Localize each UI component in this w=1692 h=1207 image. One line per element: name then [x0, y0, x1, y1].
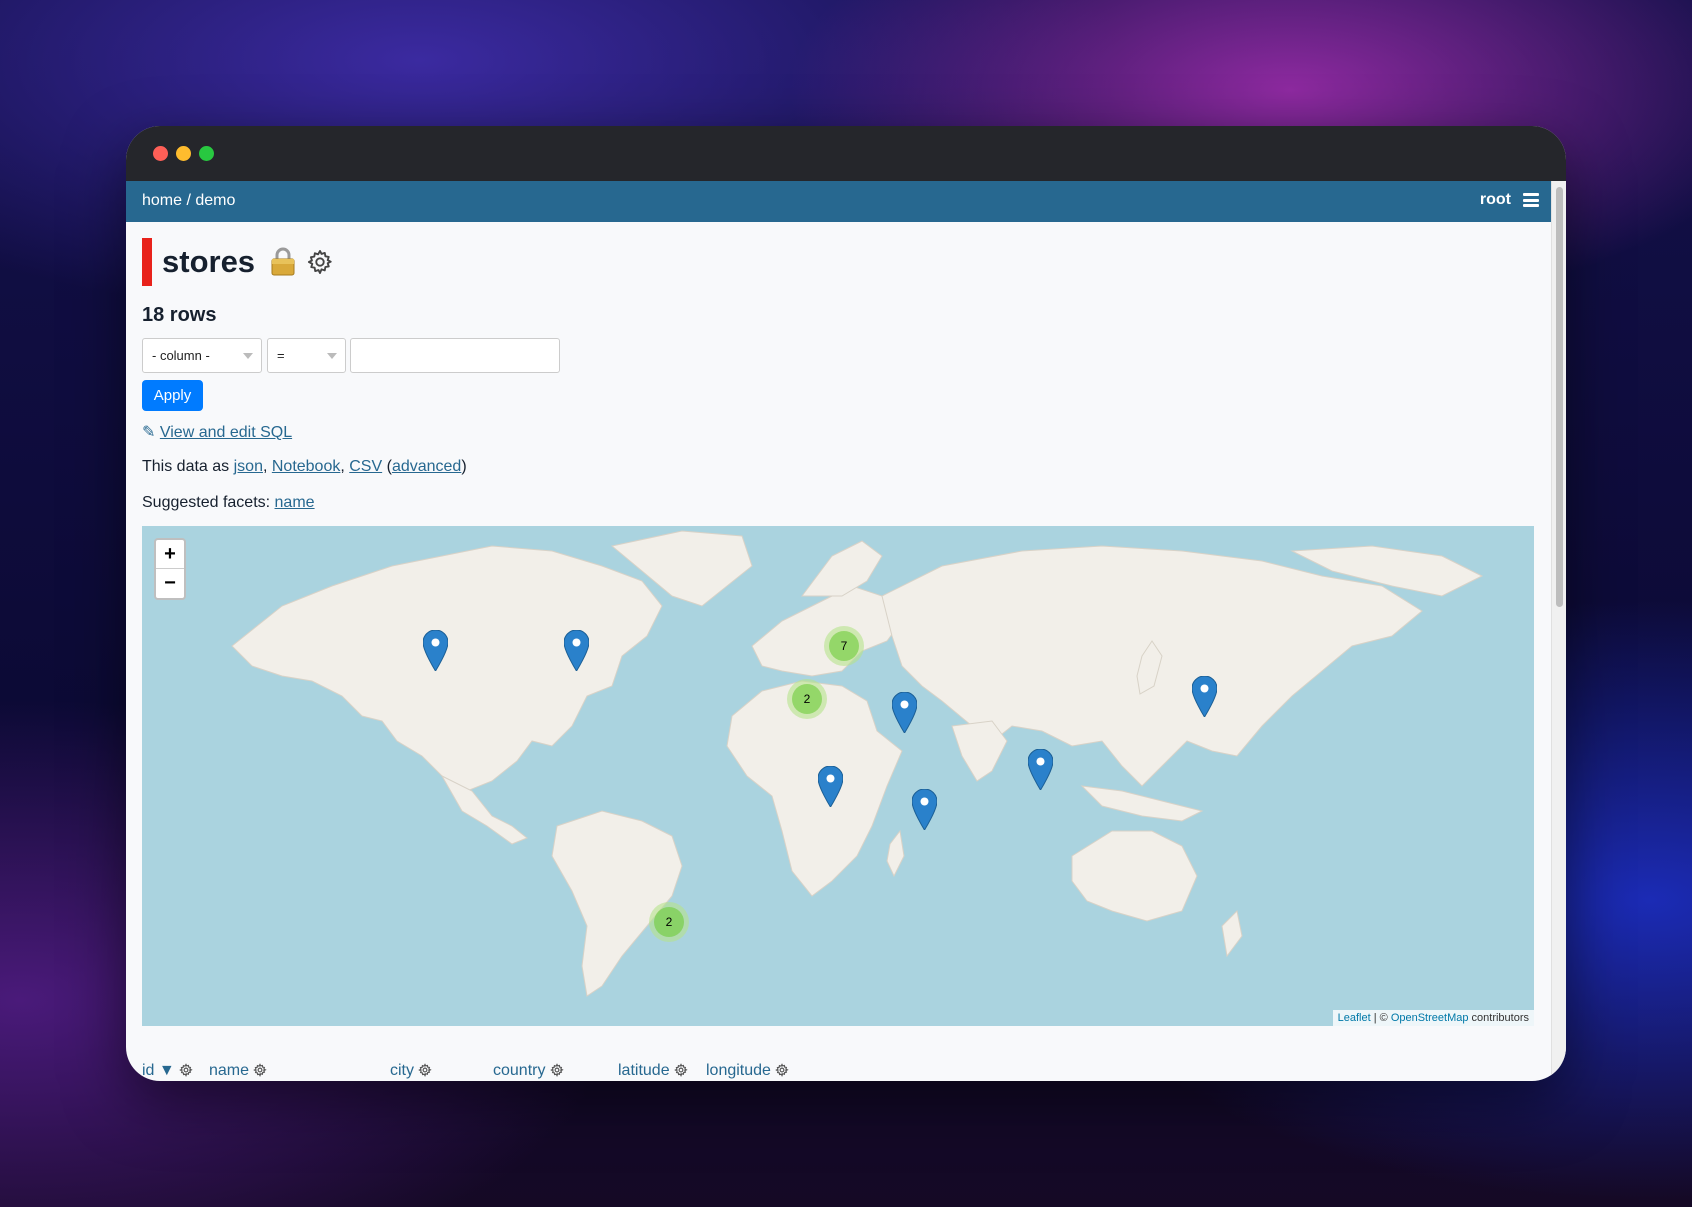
column-header-longitude[interactable]: longitude	[706, 1062, 790, 1080]
apply-button[interactable]: Apply	[142, 380, 203, 411]
window-titlebar	[126, 126, 1566, 181]
advanced-link[interactable]: advanced	[392, 458, 461, 475]
map-marker-icon[interactable]	[423, 630, 448, 671]
map-marker-icon[interactable]	[1028, 749, 1053, 790]
chevron-down-icon	[243, 353, 253, 359]
lock-icon	[271, 247, 295, 276]
hamburger-menu-icon[interactable]	[1523, 193, 1539, 207]
zoom-out-button[interactable]: −	[156, 569, 184, 598]
view-edit-sql-link[interactable]: View and edit SQL	[160, 424, 292, 441]
column-select-value: - column -	[152, 348, 210, 363]
column-header-id[interactable]: id ▼	[142, 1062, 193, 1080]
map-marker-icon[interactable]	[818, 766, 843, 807]
column-label[interactable]: latitude	[618, 1062, 670, 1079]
attribution-suffix: contributors	[1468, 1012, 1529, 1024]
map-attribution: Leaflet | © OpenStreetMap contributors	[1332, 1010, 1534, 1026]
marker-cluster[interactable]: 2	[787, 679, 827, 719]
minimize-window-button[interactable]	[176, 146, 191, 161]
column-label[interactable]: name	[209, 1062, 249, 1079]
map-marker-icon[interactable]	[892, 692, 917, 733]
column-header-city[interactable]: city	[390, 1062, 433, 1080]
gear-icon[interactable]	[253, 1063, 268, 1077]
column-label[interactable]: country	[493, 1062, 545, 1079]
column-label[interactable]: longitude	[706, 1062, 771, 1079]
leaflet-link[interactable]: Leaflet	[1338, 1012, 1371, 1024]
cluster-count: 7	[829, 631, 859, 661]
export-formats-row: This data as json, Notebook, CSV (advanc…	[142, 458, 467, 475]
attribution-sep: | ©	[1370, 1012, 1391, 1024]
gear-icon[interactable]	[306, 248, 334, 276]
gear-icon[interactable]	[674, 1063, 688, 1077]
gear-icon[interactable]	[418, 1063, 433, 1077]
maximize-window-button[interactable]	[199, 146, 214, 161]
facets-prefix: Suggested facets:	[142, 494, 275, 511]
close-window-button[interactable]	[153, 146, 168, 161]
marker-cluster[interactable]: 2	[649, 902, 689, 942]
breadcrumb: home / demo	[142, 192, 235, 210]
zoom-in-button[interactable]: +	[156, 540, 184, 569]
gear-icon[interactable]	[179, 1063, 193, 1077]
facet-name-link[interactable]: name	[275, 494, 315, 511]
title-color-bar	[142, 238, 152, 286]
openstreetmap-link[interactable]: OpenStreetMap	[1391, 1012, 1469, 1024]
map-marker-icon[interactable]	[1192, 676, 1217, 717]
suggested-facets-row: Suggested facets: name	[142, 494, 315, 512]
breadcrumb-separator: /	[182, 192, 196, 209]
filter-value-input[interactable]	[350, 338, 560, 373]
column-select[interactable]: - column -	[142, 338, 262, 373]
operator-select-value: =	[277, 348, 285, 363]
json-link[interactable]: json	[234, 458, 263, 475]
chevron-down-icon	[327, 353, 337, 359]
sort-desc-icon: ▼	[158, 1062, 175, 1079]
breadcrumb-home[interactable]: home	[142, 192, 182, 209]
cluster-count: 2	[654, 907, 684, 937]
map-view[interactable]: + − 7 2 2 Leaflet | © OpenStreetMap cont…	[142, 526, 1534, 1026]
browser-window: home / demo root stores 18 rows - column…	[126, 126, 1566, 1081]
marker-cluster[interactable]: 7	[824, 626, 864, 666]
map-marker-icon[interactable]	[564, 630, 589, 671]
gear-icon[interactable]	[775, 1063, 790, 1077]
breadcrumb-database[interactable]: demo	[195, 192, 235, 209]
column-header-name[interactable]: name	[209, 1062, 268, 1080]
gear-icon[interactable]	[550, 1063, 564, 1077]
notebook-link[interactable]: Notebook	[272, 458, 341, 475]
column-header-latitude[interactable]: latitude	[618, 1062, 688, 1080]
column-label[interactable]: id	[142, 1062, 154, 1079]
view-sql-row: ✎ View and edit SQL	[142, 422, 292, 442]
map-marker-icon[interactable]	[912, 789, 937, 830]
row-count: 18 rows	[142, 304, 217, 326]
user-name: root	[1479, 191, 1511, 208]
page-title: stores	[162, 244, 256, 279]
csv-link[interactable]: CSV	[349, 458, 382, 475]
pencil-icon: ✎	[142, 424, 156, 441]
scrollbar-thumb[interactable]	[1556, 187, 1563, 607]
operator-select[interactable]: =	[267, 338, 346, 373]
cluster-count: 2	[792, 684, 822, 714]
page-scrollbar[interactable]	[1551, 181, 1566, 1081]
column-label[interactable]: city	[390, 1062, 414, 1079]
column-header-country[interactable]: country	[493, 1062, 564, 1080]
export-prefix: This data as	[142, 458, 234, 475]
table-header: id ▼ name city country latitude longitud…	[142, 1062, 1534, 1081]
top-navbar: home / demo root	[126, 181, 1551, 222]
zoom-control: + −	[154, 538, 186, 600]
